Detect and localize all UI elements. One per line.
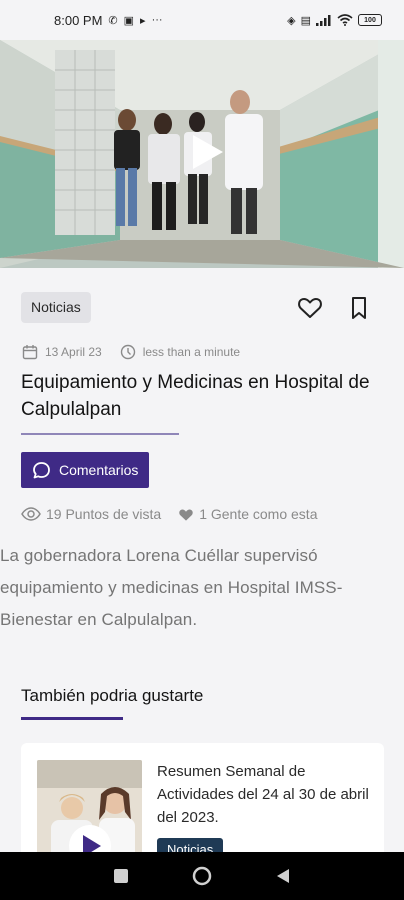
date-item: 13 April 23 — [22, 344, 102, 360]
status-more: ··· — [151, 14, 163, 26]
clock-icon — [120, 344, 135, 360]
heart-icon[interactable] — [297, 295, 323, 321]
meta-row: 13 April 23 less than a minute — [22, 344, 258, 360]
vibrate-icon: ◈ — [287, 14, 296, 27]
status-left: 8:00 PM ✆ ▣ ▸ ··· — [54, 13, 163, 28]
wifi-icon — [337, 14, 353, 26]
status-time: 8:00 PM — [54, 12, 103, 28]
read-time-item: less than a minute — [120, 344, 240, 360]
home-button[interactable] — [182, 856, 222, 896]
section-underline — [21, 717, 123, 720]
related-title: Resumen Semanal de Actividades del 24 al… — [157, 763, 369, 826]
read-time: less than a minute — [142, 345, 241, 359]
recents-button[interactable] — [101, 856, 141, 896]
calendar-icon — [22, 345, 38, 360]
comments-label: Comentarios — [59, 462, 139, 478]
likes-count: 1 Gente como esta — [199, 506, 318, 522]
article-screen: 8:00 PM ✆ ▣ ▸ ··· ◈ ▤ 100 Noticias 13 Ap… — [0, 0, 404, 900]
likes-stat: 1 Gente como esta — [178, 506, 317, 522]
article-title: Equipamiento y Medicinas en Hospital de … — [21, 372, 370, 420]
circle-icon — [192, 866, 212, 886]
views-count: 19 Puntos de vista — [46, 506, 162, 522]
article-summary: La gobernadora Lorena Cuéllar supervisó … — [0, 546, 343, 629]
related-section-title: También podria gustarte — [21, 686, 204, 705]
battery-icon: 100 — [358, 14, 382, 26]
video-player[interactable] — [0, 40, 404, 268]
back-triangle-icon — [277, 869, 290, 883]
comment-icon — [33, 461, 50, 478]
category-tag[interactable]: Noticias — [21, 292, 91, 323]
call-icon: ✆ — [108, 14, 118, 27]
back-button[interactable] — [263, 856, 303, 896]
comments-button[interactable]: Comentarios — [21, 452, 150, 488]
eye-icon — [21, 507, 41, 521]
title-underline — [21, 433, 179, 435]
square-icon — [113, 869, 128, 883]
notification-icon: ▣ — [123, 14, 135, 27]
system-nav-bar — [0, 852, 404, 900]
signal-icon — [316, 14, 331, 26]
play-icon[interactable] — [185, 132, 225, 172]
bookmark-icon[interactable] — [348, 296, 370, 320]
heart-filled-icon — [179, 509, 193, 521]
status-right: ◈ ▤ 100 — [287, 14, 382, 27]
cast-icon: ▸ — [140, 14, 146, 27]
views-stat: 19 Puntos de vista — [21, 506, 161, 522]
stats-row: 19 Puntos de vista 1 Gente como esta — [21, 506, 334, 522]
status-bar: 8:00 PM ✆ ▣ ▸ ··· ◈ ▤ 100 — [0, 0, 404, 40]
battery-level: 100 — [364, 16, 376, 24]
article-date: 13 April 23 — [45, 345, 102, 359]
data-icon: ▤ — [300, 14, 311, 27]
